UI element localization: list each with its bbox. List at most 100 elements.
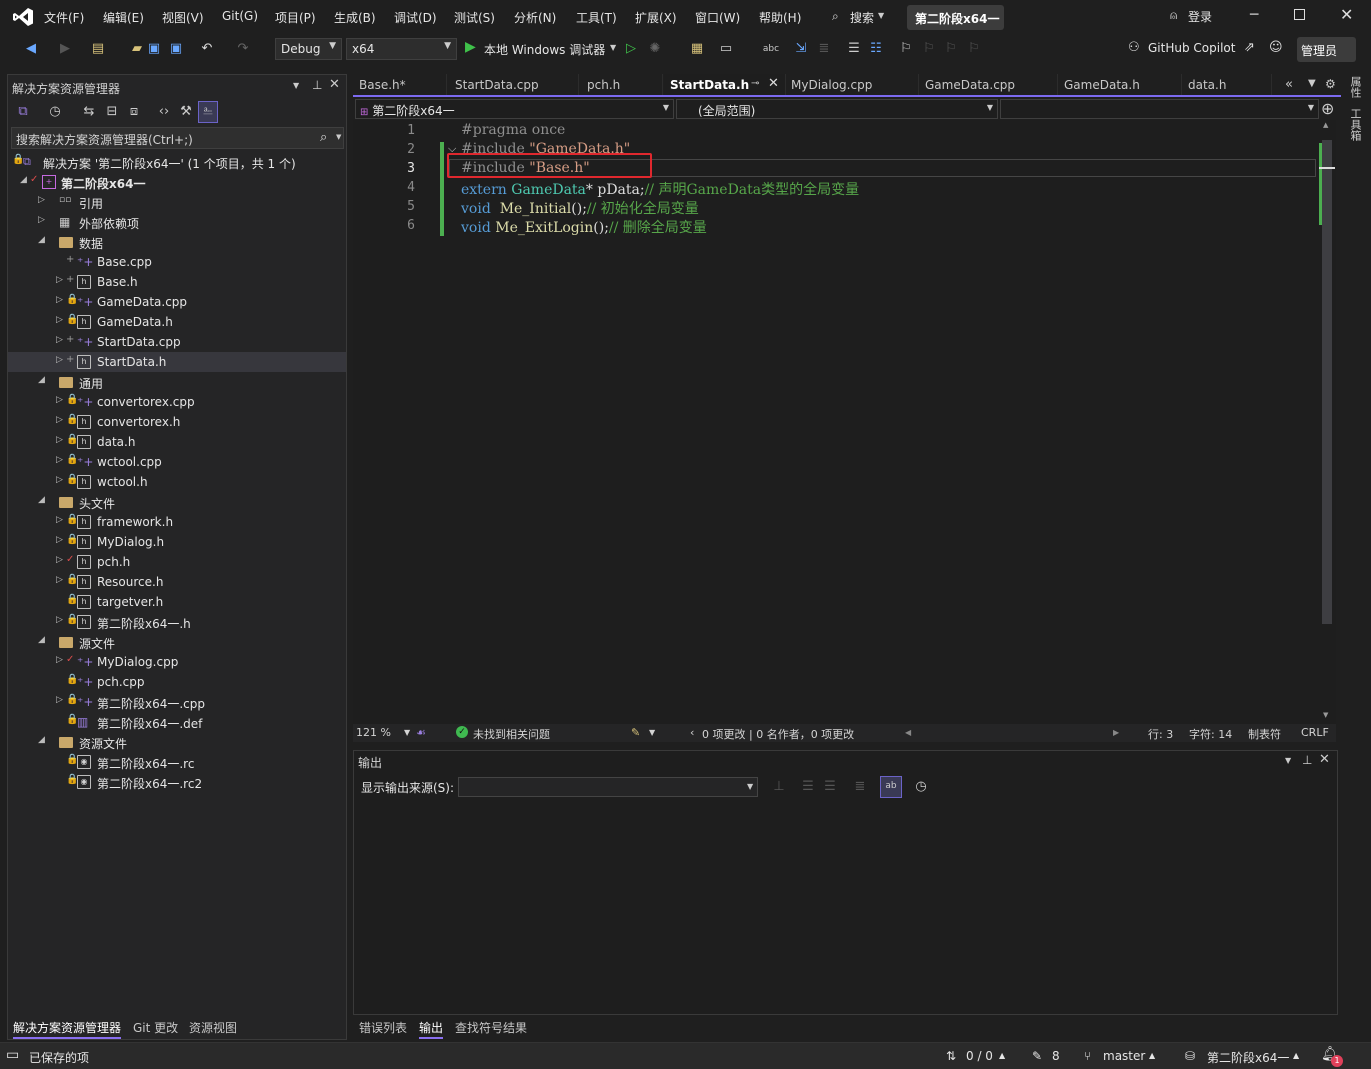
start-without-debugging-icon[interactable]: ▷ — [622, 40, 640, 58]
issues-label[interactable]: 未找到相关问题 — [473, 726, 550, 742]
pencil-icon[interactable]: ✎ — [1032, 1049, 1042, 1063]
tree-item[interactable]: ▷ 🔒 ⁺+ convertorex.cpp — [8, 392, 346, 412]
project-row[interactable]: ◢ ✓ + 第二阶段x64一 — [8, 172, 346, 192]
forward-icon[interactable]: ▶ — [56, 40, 74, 58]
expand-arrow-icon[interactable]: ▷ — [56, 535, 63, 545]
copilot-button[interactable]: ⚇ GitHub Copilot ⇗ ☺ — [1126, 39, 1291, 59]
collapse-arrow-icon[interactable]: ◢ — [38, 375, 45, 385]
history-icon[interactable]: ◷ — [46, 103, 64, 121]
tree-item[interactable]: ▷ 🔒 h wctool.h — [8, 472, 346, 492]
menu-window[interactable]: 窗口(W) — [695, 9, 740, 26]
collapse-all-icon[interactable]: ⊟ — [103, 103, 121, 121]
cleanup-brush-icon[interactable]: ✎ — [631, 726, 640, 739]
tab-find-symbol-results[interactable]: 查找符号结果 — [455, 1019, 527, 1036]
indent-indicator[interactable]: 制表符 — [1248, 726, 1281, 742]
scroll-up-icon[interactable]: ▲ — [1323, 121, 1328, 129]
show-all-files-icon[interactable]: ⧈ — [125, 103, 143, 121]
menu-tools[interactable]: 工具(T) — [576, 9, 617, 26]
bookmark-icon[interactable]: ⚐ — [897, 40, 915, 58]
expand-arrow-icon[interactable]: ▷ — [56, 415, 63, 425]
login-button[interactable]: ⍝ 登录 — [1168, 7, 1218, 27]
tab-startdata-cpp[interactable]: StartData.cpp — [449, 74, 579, 95]
next-message-icon[interactable]: ☰ — [821, 778, 839, 796]
tree-item[interactable]: ▷ 🔒 ⁺+ GameData.cpp — [8, 292, 346, 312]
expand-arrow-icon[interactable]: ▷ — [56, 655, 63, 665]
expand-arrow-icon[interactable]: ▷ — [56, 275, 63, 285]
browse-files-icon[interactable]: ▦ — [688, 40, 706, 58]
find-message-icon[interactable]: ⊥ — [770, 778, 788, 796]
menu-git[interactable]: Git(G) — [222, 9, 258, 23]
new-project-icon[interactable]: ▤ — [89, 40, 107, 58]
expand-arrow-icon[interactable]: ▷ — [56, 435, 63, 445]
menu-help[interactable]: 帮助(H) — [759, 9, 801, 26]
open-folder-icon[interactable]: ▰ — [128, 40, 146, 58]
preview-icon[interactable]: ⎁ — [198, 101, 218, 123]
tree-item[interactable]: ▷ 🔒 h data.h — [8, 432, 346, 452]
visual-studio-logo-icon[interactable] — [12, 7, 34, 27]
layout-icon[interactable]: ▭ — [717, 40, 735, 58]
expand-arrow-icon[interactable]: ▷ — [38, 215, 45, 225]
collapse-arrow-icon[interactable]: ◢ — [38, 735, 45, 745]
chevron-up-icon[interactable]: ▲ — [1293, 1051, 1299, 1060]
tab-gamedata-h[interactable]: GameData.h — [1058, 74, 1182, 95]
tab-output[interactable]: 输出 — [419, 1019, 444, 1039]
redo-icon[interactable]: ↷ — [234, 40, 252, 58]
bookmark-clear-icon[interactable]: ⚐ — [965, 40, 983, 58]
tab-list-icon[interactable]: ▼ — [1308, 78, 1316, 89]
expand-arrow-icon[interactable]: ◢ — [20, 175, 27, 185]
clock-icon[interactable]: ◷ — [912, 778, 930, 796]
close-icon[interactable]: ✕ — [768, 76, 779, 91]
chevron-up-icon[interactable]: ▲ — [999, 1051, 1005, 1060]
chevron-down-icon[interactable]: ▼ — [404, 728, 410, 737]
branch-icon[interactable]: ⑂ — [1084, 1049, 1091, 1063]
tab-mydialog-cpp[interactable]: MyDialog.cpp — [785, 74, 919, 95]
tree-item[interactable]: ▷ + h StartData.h — [8, 352, 346, 372]
outdent-icon[interactable]: ☷ — [867, 40, 885, 58]
minimize-icon[interactable]: ─ — [1250, 7, 1258, 23]
global-scope-dropdown[interactable]: (全局范围) ▼ — [676, 99, 998, 119]
close-icon[interactable]: ✕ — [1319, 752, 1330, 767]
clear-all-icon[interactable]: ≣ — [851, 778, 869, 796]
tab-solution-explorer[interactable]: 解决方案资源管理器 — [13, 1019, 122, 1039]
tree-item[interactable]: ▷ 🔒 h convertorex.h — [8, 412, 346, 432]
menu-build[interactable]: 生成(B) — [334, 9, 376, 26]
tree-item[interactable]: ◢ 源文件 — [8, 632, 346, 652]
menu-view[interactable]: 视图(V) — [162, 9, 204, 26]
comment-icon[interactable]: ≣ — [815, 40, 833, 58]
expand-arrow-icon[interactable]: ▷ — [56, 335, 63, 345]
menu-debug[interactable]: 调试(D) — [394, 9, 437, 26]
hot-reload-icon[interactable]: ✺ — [646, 40, 664, 58]
properties-rail-tab[interactable]: 属性 — [1347, 76, 1363, 98]
chevron-down-icon[interactable]: ▼ — [649, 728, 655, 737]
member-dropdown[interactable]: ▼ — [1000, 99, 1319, 119]
expand-arrow-icon[interactable]: ▷ — [56, 395, 63, 405]
bookmark-prev-icon[interactable]: ⚐ — [920, 40, 938, 58]
tab-overflow-icon[interactable]: « — [1285, 77, 1293, 92]
tree-item[interactable]: 🔒 ◉ 第二阶段x64一.rc2 — [8, 772, 346, 792]
tree-item[interactable]: ▷ 🔒 ⁺+ 第二阶段x64一.cpp — [8, 692, 346, 712]
expand-arrow-icon[interactable]: ▷ — [38, 195, 45, 205]
zoom-level[interactable]: 121 % — [356, 726, 391, 739]
tree-item[interactable]: ▷ 🔒 h 第二阶段x64一.h — [8, 612, 346, 632]
tree-item[interactable]: ◢ 资源文件 — [8, 732, 346, 752]
tab-pch-h[interactable]: pch.h — [581, 74, 663, 95]
expand-arrow-icon[interactable]: ▷ — [56, 515, 63, 525]
expand-arrow-icon[interactable]: ▷ — [56, 615, 63, 625]
branch-name[interactable]: master — [1103, 1049, 1145, 1063]
spellcheck-icon[interactable]: abc — [762, 40, 780, 58]
tree-item[interactable]: ▷ 🔒 h MyDialog.h — [8, 532, 346, 552]
code-editor[interactable]: 1 2 3 4 5 6 ⌵ #pragma once #include "Gam… — [353, 120, 1336, 724]
expand-arrow-icon[interactable]: ▷ — [56, 695, 63, 705]
tab-base-h[interactable]: Base.h* — [353, 74, 447, 95]
expand-arrow-icon[interactable]: ▷ — [56, 455, 63, 465]
scrollbar[interactable] — [336, 152, 344, 1037]
repo-icon[interactable]: ⛁ — [1185, 1049, 1195, 1063]
pin-icon[interactable]: ⊥ — [1302, 753, 1312, 767]
sync-icon[interactable]: ⇆ — [80, 103, 98, 121]
eol-indicator[interactable]: CRLF — [1301, 726, 1329, 739]
line-indicator[interactable]: 行: 3 — [1148, 726, 1173, 742]
maximize-icon[interactable] — [1294, 9, 1305, 20]
edits-count[interactable]: 8 — [1052, 1049, 1060, 1063]
scrollbar-thumb[interactable] — [1322, 140, 1332, 624]
properties-wrench-icon[interactable]: ⚒ — [177, 103, 195, 121]
